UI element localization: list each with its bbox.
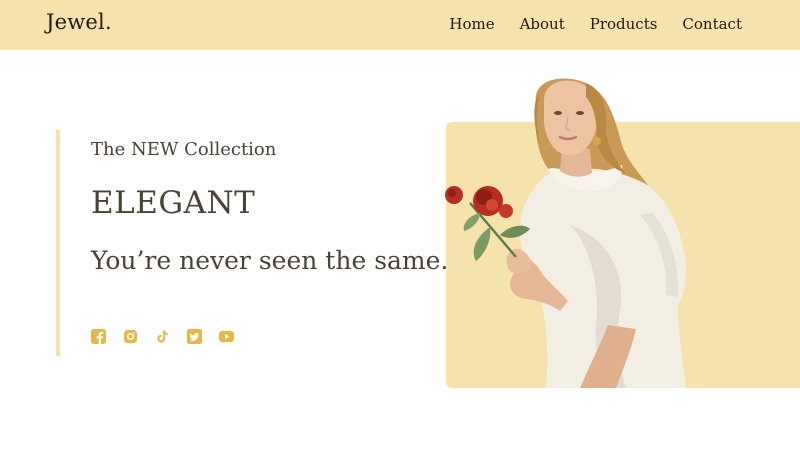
facebook-icon[interactable] <box>91 329 106 344</box>
nav-contact-link[interactable]: Contact <box>682 15 742 33</box>
tiktok-icon[interactable] <box>155 329 170 344</box>
youtube-icon[interactable] <box>219 329 234 344</box>
instagram-icon[interactable] <box>123 329 138 344</box>
hero-tagline: You’re never seen the same. <box>91 246 449 275</box>
model-photo <box>445 78 686 388</box>
hero-subtitle: The NEW Collection <box>91 139 277 160</box>
nav-products-link[interactable]: Products <box>590 15 658 33</box>
navbar: Jewel. Home About Products Contact <box>0 0 800 50</box>
hero-headline: ELEGANT <box>91 185 256 221</box>
social-links <box>91 329 234 344</box>
twitter-icon[interactable] <box>187 329 202 344</box>
nav-home-link[interactable]: Home <box>449 15 494 33</box>
nav-about-link[interactable]: About <box>520 15 565 33</box>
main-nav: Home About Products Contact <box>449 15 742 33</box>
accent-bar <box>56 130 60 356</box>
brand-logo[interactable]: Jewel. <box>46 10 112 34</box>
